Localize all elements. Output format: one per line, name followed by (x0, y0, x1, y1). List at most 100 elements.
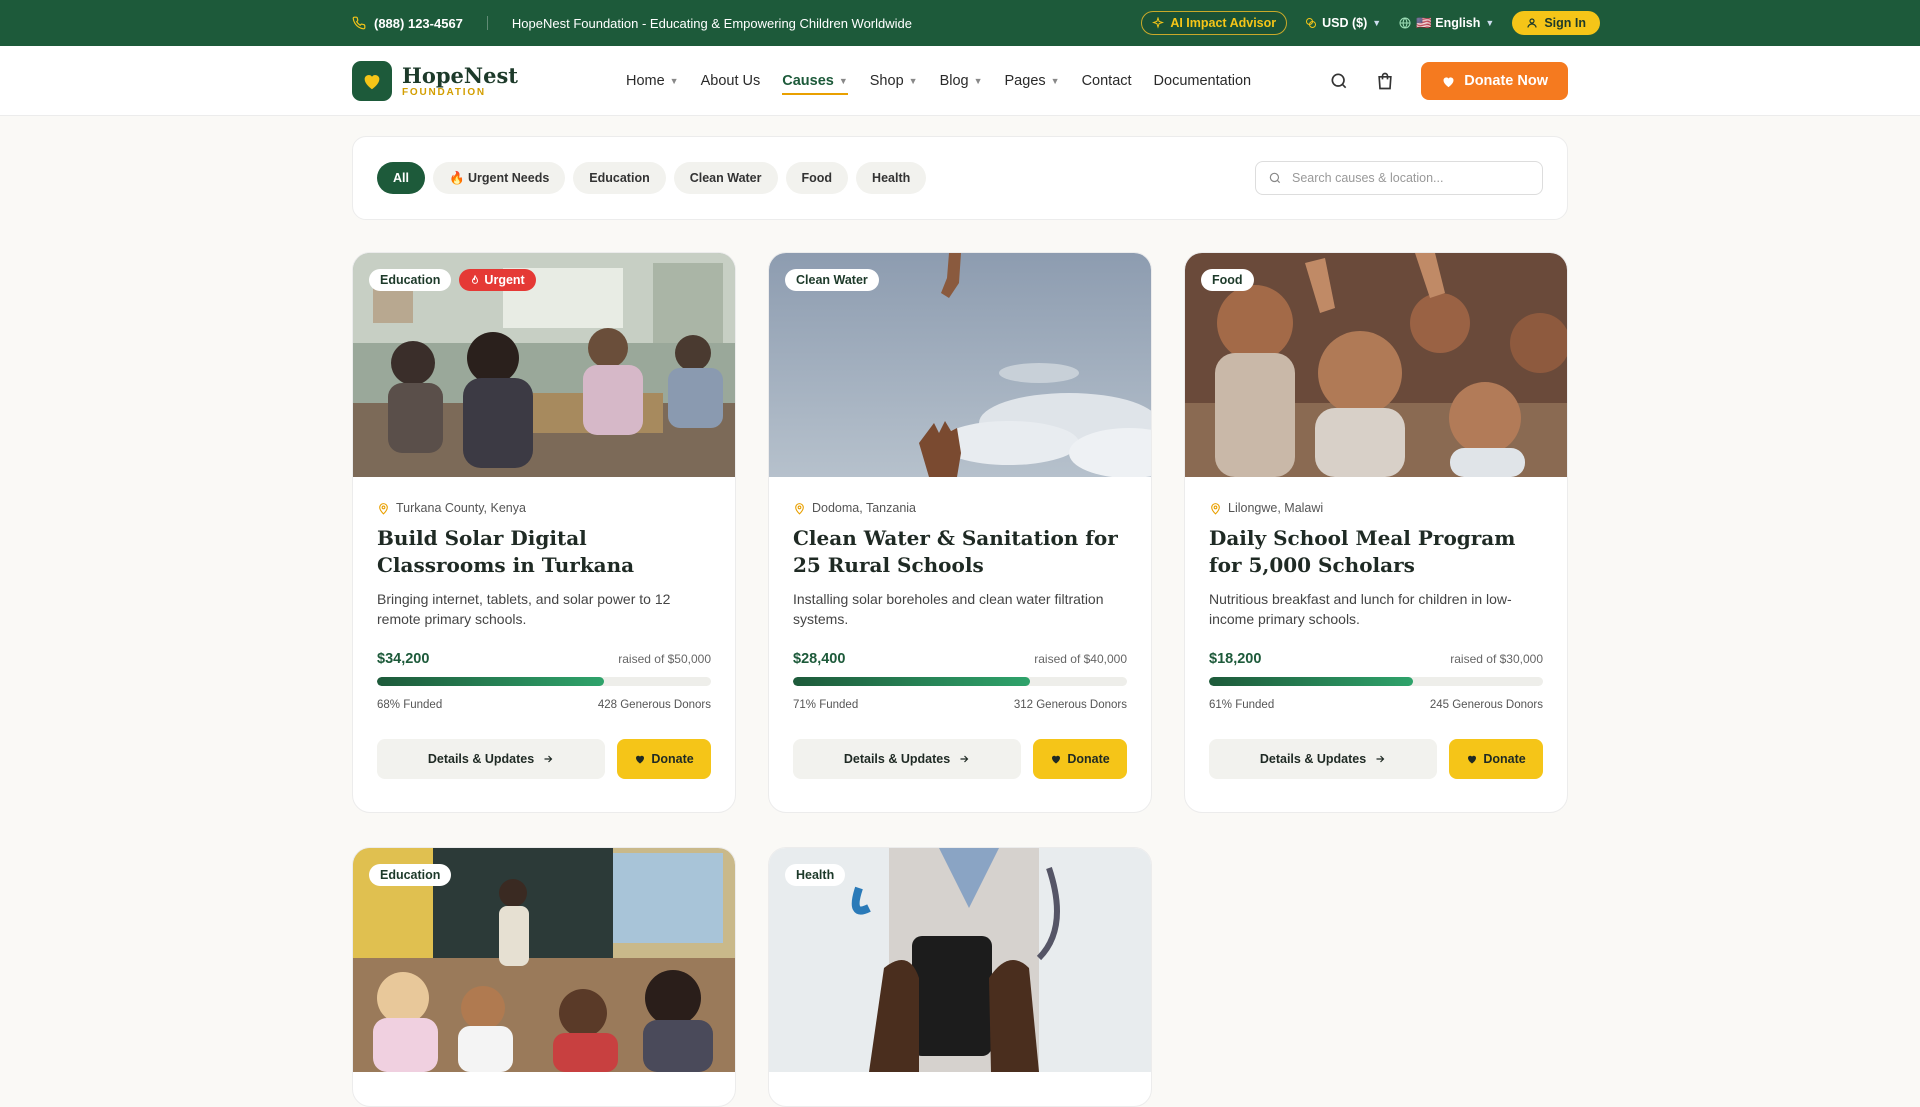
cause-title[interactable]: Daily School Meal Program for 5,000 Scho… (1209, 525, 1543, 579)
nav-label: Contact (1081, 73, 1132, 89)
filter-food[interactable]: Food (785, 162, 849, 194)
donate-button[interactable]: Donate (1449, 739, 1543, 779)
cause-card: Education (352, 847, 736, 1107)
urgent-label: Urgent (484, 273, 525, 287)
donor-count: 428 Generous Donors (597, 699, 711, 711)
chevron-down-icon: ▼ (973, 76, 983, 86)
cause-description: Bringing internet, tablets, and solar po… (377, 591, 671, 627)
cause-card: Food Lilongwe, Malawi Daily School Meal … (1184, 252, 1568, 813)
category-badge: Clean Water (785, 269, 879, 291)
category-badge: Health (785, 864, 846, 886)
ai-impact-advisor-button[interactable]: AI Impact Advisor (1141, 11, 1288, 35)
phone-link[interactable]: (888) 123-4567 (352, 16, 463, 31)
filter-education[interactable]: Education (573, 162, 666, 194)
map-pin-icon (795, 502, 804, 515)
donate-button[interactable]: Donate (617, 739, 711, 779)
filter-health[interactable]: Health (856, 162, 927, 194)
cause-title[interactable]: Build Solar Digital Classrooms in Turkan… (377, 525, 711, 579)
raised-amount: $18,200 (1209, 651, 1262, 667)
sparkle-icon (1152, 17, 1165, 29)
divider (486, 16, 488, 30)
arrow-right-icon (960, 755, 969, 763)
nav-label: Home (625, 73, 665, 89)
funded-percent: 71% Funded (793, 699, 859, 711)
cause-image-sky-hands: Clean Water (769, 253, 1151, 477)
filter-all[interactable]: All (377, 162, 425, 194)
logo[interactable]: HopeNest FOUNDATION (352, 61, 518, 101)
cause-location: Lilongwe, Malawi (1209, 501, 1543, 515)
chevron-down-icon: ▼ (838, 76, 848, 86)
nav-pages[interactable]: Pages ▼ (1005, 67, 1060, 95)
user-icon (1527, 18, 1537, 28)
shopping-bag-icon[interactable] (1375, 71, 1395, 91)
funding-progress-bar (793, 677, 1127, 686)
donate-label: Donate (1483, 752, 1526, 766)
funding-progress-bar (1209, 677, 1543, 686)
search-input[interactable] (1292, 171, 1522, 185)
nav-blog[interactable]: Blog ▼ (940, 67, 983, 95)
cause-description: Nutritious breakfast and lunch for child… (1209, 591, 1512, 627)
funded-percent: 61% Funded (1209, 699, 1275, 711)
details-updates-button[interactable]: Details & Updates (377, 739, 605, 779)
donate-now-label: Donate Now (1464, 73, 1548, 89)
cause-filters: All 🔥 Urgent Needs Education Clean Water… (352, 136, 1568, 220)
arrow-right-icon (1376, 755, 1385, 763)
cause-location: Dodoma, Tanzania (793, 501, 1127, 515)
heart-icon (636, 755, 645, 764)
nav-about-us[interactable]: About Us (701, 67, 761, 95)
currency-select[interactable]: USD ($) ▼ (1305, 16, 1381, 30)
donate-now-button[interactable]: Donate Now (1421, 62, 1568, 100)
cause-image-doctor-phone: Health (769, 848, 1151, 1072)
chevron-down-icon: ▼ (908, 76, 918, 86)
top-bar: (888) 123-4567 HopeNest Foundation - Edu… (0, 0, 1920, 46)
location-text: Turkana County, Kenya (396, 501, 526, 515)
goal-amount: raised of $50,000 (618, 652, 711, 666)
brand-subtitle: FOUNDATION (402, 86, 486, 98)
language-label: 🇺🇸 English (1416, 15, 1481, 30)
nav-shop[interactable]: Shop ▼ (870, 67, 918, 95)
raised-amount: $34,200 (377, 651, 430, 667)
cause-card: Health (768, 847, 1152, 1107)
filter-urgent-needs[interactable]: 🔥 Urgent Needs (432, 162, 566, 194)
cause-card: Education Urgent Turkana County, Kenya B… (352, 252, 736, 813)
search-icon (1269, 172, 1281, 184)
cause-card: Clean Water Dodoma, Tanzania Clean Water… (768, 252, 1152, 813)
flame-icon (472, 275, 479, 284)
phone-icon (352, 16, 366, 30)
details-updates-button[interactable]: Details & Updates (793, 739, 1021, 779)
main-header: HopeNest FOUNDATION Home ▼ About Us Cause… (0, 46, 1920, 116)
urgent-badge: Urgent (459, 269, 536, 291)
details-label: Details & Updates (843, 752, 951, 766)
cause-image-teacher-classroom: Education (353, 848, 735, 1072)
goal-amount: raised of $30,000 (1450, 652, 1543, 666)
donate-label: Donate (1067, 752, 1110, 766)
chevron-down-icon: ▼ (1485, 18, 1495, 28)
chevron-down-icon: ▼ (669, 76, 679, 86)
chevron-down-icon: ▼ (1372, 18, 1382, 28)
donor-count: 245 Generous Donors (1429, 699, 1543, 711)
sign-in-button[interactable]: Sign In (1512, 11, 1600, 35)
chevron-down-icon: ▼ (1050, 76, 1060, 86)
nav-documentation[interactable]: Documentation (1154, 67, 1252, 95)
nav-label: Pages (1004, 73, 1046, 89)
nav-causes[interactable]: Causes ▼ (782, 67, 848, 95)
heart-logo-icon (352, 61, 392, 101)
cause-description: Installing solar boreholes and clean wat… (793, 591, 1104, 627)
search-icon[interactable] (1329, 71, 1349, 91)
map-pin-icon (1211, 502, 1220, 515)
filter-clean-water[interactable]: Clean Water (673, 162, 778, 194)
nav-home[interactable]: Home ▼ (626, 67, 679, 95)
cause-title[interactable]: Clean Water & Sanitation for 25 Rural Sc… (793, 525, 1127, 579)
nav-label: Documentation (1153, 73, 1252, 89)
language-select[interactable]: 🇺🇸 English ▼ (1399, 16, 1494, 31)
nav-label: Causes (782, 73, 834, 89)
details-updates-button[interactable]: Details & Updates (1209, 739, 1437, 779)
donate-button[interactable]: Donate (1033, 739, 1127, 779)
cause-location: Turkana County, Kenya (377, 501, 711, 515)
map-pin-icon (379, 502, 388, 515)
details-label: Details & Updates (427, 752, 535, 766)
raised-amount: $28,400 (793, 651, 846, 667)
category-badge: Education (369, 269, 452, 291)
nav-contact[interactable]: Contact (1082, 67, 1132, 95)
tagline: HopeNest Foundation - Educating & Empowe… (511, 15, 912, 31)
